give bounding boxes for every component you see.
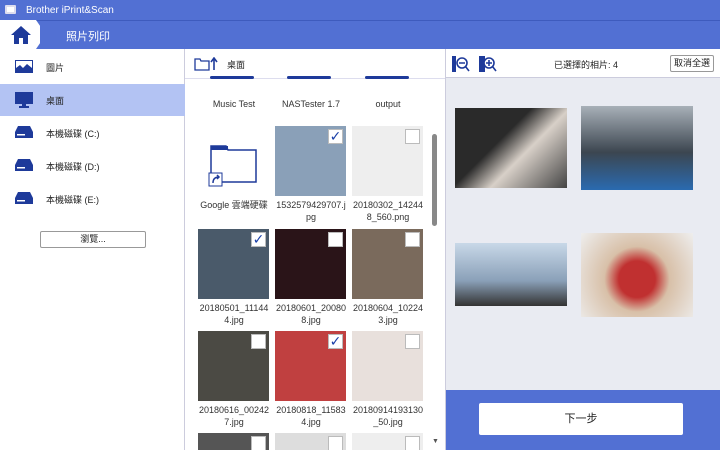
photo-item[interactable] (352, 331, 423, 401)
selected-photo[interactable] (455, 108, 567, 188)
photo-checkbox[interactable] (405, 334, 420, 349)
file-name: Google 雲端硬碟 (200, 200, 268, 210)
browse-button[interactable]: 瀏覽... (40, 231, 146, 248)
drive-icon (15, 126, 33, 138)
folder-label[interactable]: output (352, 98, 424, 110)
next-button[interactable]: 下一步 (479, 403, 683, 435)
sidebar-item-label: 本機磁碟 (E:) (46, 194, 99, 205)
deselect-all-button[interactable]: 取消全選 (670, 55, 714, 72)
sidebar-item-desktop[interactable]: 桌面 (0, 84, 185, 116)
sidebar-item-label: 圖片 (46, 62, 65, 73)
photo-item[interactable] (198, 331, 269, 401)
file-name: 20180601_20080 8.jpg (275, 303, 347, 325)
photo-checkbox[interactable]: ✓ (328, 129, 343, 144)
title-bar: Brother iPrint&Scan (0, 0, 720, 20)
photo-item[interactable] (352, 229, 423, 299)
file-name: 20180501_11144 4.jpg (199, 303, 269, 325)
file-name: 20180818_11583 4.jpg (276, 405, 346, 427)
app-title: Brother iPrint&Scan (26, 4, 114, 16)
photo-item[interactable] (275, 433, 346, 450)
home-icon (11, 26, 31, 44)
monitor-icon (15, 92, 33, 108)
photo-checkbox[interactable]: ✓ (328, 334, 343, 349)
file-name: 20180914193130 _50.jpg (352, 405, 424, 427)
folder-partial (365, 76, 409, 79)
folder-up-icon[interactable] (194, 57, 218, 71)
photo-checkbox[interactable] (405, 129, 420, 144)
selected-photo[interactable] (581, 106, 693, 190)
photo-checkbox[interactable] (251, 436, 266, 450)
file-name: 20180616_00242 7.jpg (198, 405, 270, 427)
scroll-down-arrow[interactable]: ▼ (432, 438, 439, 445)
file-browser: 桌面 Music Test NASTester 1.7 output Googl… (185, 49, 445, 450)
picture-icon (15, 60, 33, 73)
folder-shortcut-icon (208, 145, 257, 187)
file-name: 20180604_10224 3.jpg (352, 303, 424, 325)
photo-checkbox[interactable] (405, 232, 420, 247)
home-button[interactable] (0, 20, 40, 49)
selected-photo[interactable] (581, 233, 693, 317)
photo-checkbox[interactable] (405, 436, 420, 450)
folder-item[interactable] (198, 126, 269, 196)
photo-checkbox[interactable] (251, 334, 266, 349)
photo-item[interactable] (352, 433, 423, 450)
selected-count: 已選擇的相片: 4 (554, 60, 619, 70)
browser-toolbar: 桌面 (185, 49, 445, 79)
sidebar-item-drive-c[interactable]: 本機磁碟 (C:) (0, 117, 185, 149)
photo-checkbox[interactable] (328, 232, 343, 247)
folder-partial (210, 76, 254, 79)
bottom-bar: 下一步 (446, 390, 720, 450)
photo-item[interactable] (275, 229, 346, 299)
sidebar: 圖片 桌面 本機磁碟 (C:) 本機磁碟 (D:) 本機磁碟 (E:) 瀏覽..… (0, 49, 185, 450)
zoom-in-icon[interactable] (479, 56, 497, 72)
folder-label[interactable]: Music Test (198, 98, 270, 110)
photo-item[interactable] (352, 126, 423, 196)
file-name: 20180302_14244 8_560.png (352, 200, 424, 222)
folder-partial (287, 76, 331, 79)
photo-item[interactable]: ✓ (275, 126, 346, 196)
drive-icon (15, 159, 33, 171)
photo-checkbox[interactable] (328, 436, 343, 450)
file-name: 1532579429707.j pg (276, 200, 346, 222)
sidebar-item-label: 桌面 (46, 95, 65, 106)
sidebar-item-label: 本機磁碟 (C:) (46, 128, 100, 139)
sidebar-item-label: 本機磁碟 (D:) (46, 161, 100, 172)
folder-label[interactable]: NASTester 1.7 (275, 98, 347, 110)
selected-photo[interactable] (455, 243, 567, 306)
zoom-out-icon[interactable] (452, 56, 470, 72)
page-title: 照片列印 (66, 31, 110, 43)
photo-item[interactable]: ✓ (275, 331, 346, 401)
app-icon (5, 5, 16, 14)
scrollbar-thumb[interactable] (432, 134, 437, 226)
selected-panel: 已選擇的相片: 4 取消全選 下一步 (445, 49, 720, 450)
drive-icon (15, 192, 33, 204)
sidebar-item-pictures[interactable]: 圖片 (0, 51, 185, 83)
photo-item[interactable]: ✓ (198, 229, 269, 299)
photo-checkbox[interactable]: ✓ (251, 232, 266, 247)
current-path: 桌面 (227, 60, 246, 70)
selected-toolbar: 已選擇的相片: 4 取消全選 (446, 49, 720, 78)
photo-item[interactable] (198, 433, 269, 450)
sidebar-item-drive-d[interactable]: 本機磁碟 (D:) (0, 150, 185, 182)
sidebar-item-drive-e[interactable]: 本機磁碟 (E:) (0, 183, 185, 215)
